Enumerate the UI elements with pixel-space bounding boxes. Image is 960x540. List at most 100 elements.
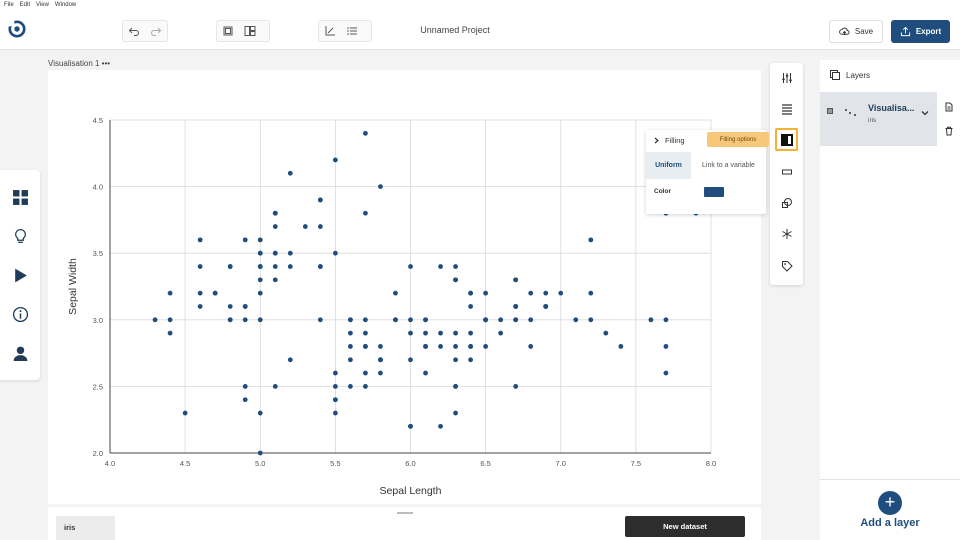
scatter-point <box>663 370 669 376</box>
tool-shapes-button[interactable] <box>775 191 798 214</box>
project-title[interactable]: Unnamed Project <box>380 25 530 35</box>
scatter-point <box>257 264 263 269</box>
scatter-point <box>227 304 233 309</box>
scatter-point <box>257 237 263 243</box>
scatter-point <box>408 317 413 323</box>
scatter-point <box>348 330 353 336</box>
tool-labels-button[interactable] <box>775 254 798 277</box>
x-tick-label: 8.0 <box>706 459 716 468</box>
scatter-point <box>498 330 504 336</box>
scatter-point <box>648 317 654 323</box>
x-tick-label: 7.0 <box>556 459 566 468</box>
scatter-point <box>287 170 293 176</box>
layer-name: Visualisa... <box>868 103 915 113</box>
scatter-point <box>363 370 368 376</box>
dataset-tab-iris[interactable]: iris <box>56 516 115 540</box>
scatter-point <box>363 384 368 389</box>
add-layer-label[interactable]: Add a layer <box>820 517 960 529</box>
layer-item[interactable]: Visualisa... iris <box>820 92 960 146</box>
x-tick-label: 5.0 <box>255 459 265 468</box>
rail-ideas-button[interactable] <box>10 226 30 246</box>
new-dataset-button[interactable]: New dataset <box>625 516 745 537</box>
y-tick-label: 4.5 <box>93 116 103 125</box>
scatter-point <box>588 237 594 243</box>
export-button[interactable]: Export <box>891 20 950 43</box>
tool-rail <box>770 63 803 285</box>
chevron-down-icon[interactable] <box>920 108 930 118</box>
axes-button[interactable] <box>319 21 341 41</box>
y-tick-label: 4.0 <box>93 183 103 192</box>
trash-icon[interactable] <box>944 126 954 136</box>
tool-jitter-button[interactable] <box>775 222 798 245</box>
uniform-option[interactable]: Uniform <box>646 152 691 179</box>
play-icon <box>14 268 27 282</box>
view-group <box>216 20 270 42</box>
scatter-point <box>167 290 173 296</box>
user-icon <box>13 346 27 361</box>
layer-dataset: iris <box>868 117 877 124</box>
tool-lines-button[interactable] <box>775 97 798 120</box>
scatter-point <box>498 317 504 323</box>
sliders-icon <box>781 72 792 83</box>
scatter-point <box>317 197 323 203</box>
app-logo[interactable] <box>8 20 26 38</box>
scatter-point <box>302 224 308 229</box>
x-tick-label: 4.0 <box>105 459 115 468</box>
rail-account-button[interactable] <box>10 343 30 363</box>
undo-icon <box>128 27 139 36</box>
scatter-point <box>603 330 609 336</box>
list-button[interactable] <box>341 21 363 41</box>
menu-file[interactable]: File <box>4 2 14 8</box>
add-layer-section: + Add a layer <box>820 479 960 540</box>
drag-handle-icon[interactable] <box>827 108 833 114</box>
resize-handle[interactable] <box>397 512 413 514</box>
link-variable-option[interactable]: Link to a variable <box>691 152 766 179</box>
scatter-point <box>363 330 368 336</box>
scatter-point <box>378 370 383 376</box>
scatter-point <box>332 157 338 163</box>
layers-title: Layers <box>846 70 871 80</box>
scatter-point <box>483 317 489 323</box>
export-label: Export <box>915 27 942 36</box>
scatter-point <box>332 370 338 376</box>
add-layer-button[interactable]: + <box>878 491 902 515</box>
scatter-point <box>393 317 398 323</box>
single-view-button[interactable] <box>217 21 239 41</box>
scatter-point <box>588 290 594 296</box>
scatter-point <box>332 250 338 256</box>
tool-settings-button[interactable] <box>775 66 798 89</box>
tool-stroke-button[interactable] <box>775 160 798 183</box>
menu-edit[interactable]: Edit <box>20 2 30 8</box>
tool-filling-button[interactable] <box>775 128 798 151</box>
split-view-button[interactable] <box>239 21 261 41</box>
scatter-point <box>272 277 278 283</box>
rail-dashboard-button[interactable] <box>10 187 30 207</box>
scatter-point <box>468 344 473 349</box>
x-tick-label: 4.5 <box>180 459 190 468</box>
scatter-point <box>378 184 383 189</box>
scatter-point <box>483 290 489 296</box>
color-swatch[interactable] <box>704 187 724 197</box>
y-tick-label: 2.5 <box>93 382 103 391</box>
scatter-point <box>197 304 203 309</box>
rail-play-button[interactable] <box>10 265 30 285</box>
visualisation-label[interactable]: Visualisation 1 ••• <box>48 59 110 68</box>
scatter-point <box>167 317 173 323</box>
redo-button[interactable] <box>145 21 167 41</box>
scatter-point <box>348 344 353 349</box>
y-tick-label: 3.0 <box>93 316 103 325</box>
scatter-point <box>242 237 248 243</box>
save-button[interactable]: Save <box>829 20 883 43</box>
rail-info-button[interactable] <box>10 304 30 324</box>
scatter-point <box>272 250 278 256</box>
menu-view[interactable]: View <box>36 2 49 8</box>
undo-button[interactable] <box>123 21 145 41</box>
scatter-point <box>663 344 669 349</box>
copy-icon <box>223 26 233 36</box>
scatter-point <box>257 290 263 296</box>
scatter-point <box>242 304 248 309</box>
menu-window[interactable]: Window <box>55 2 76 8</box>
scatter-point <box>197 237 203 243</box>
save-label: Save <box>854 27 874 36</box>
document-icon[interactable] <box>944 102 954 112</box>
